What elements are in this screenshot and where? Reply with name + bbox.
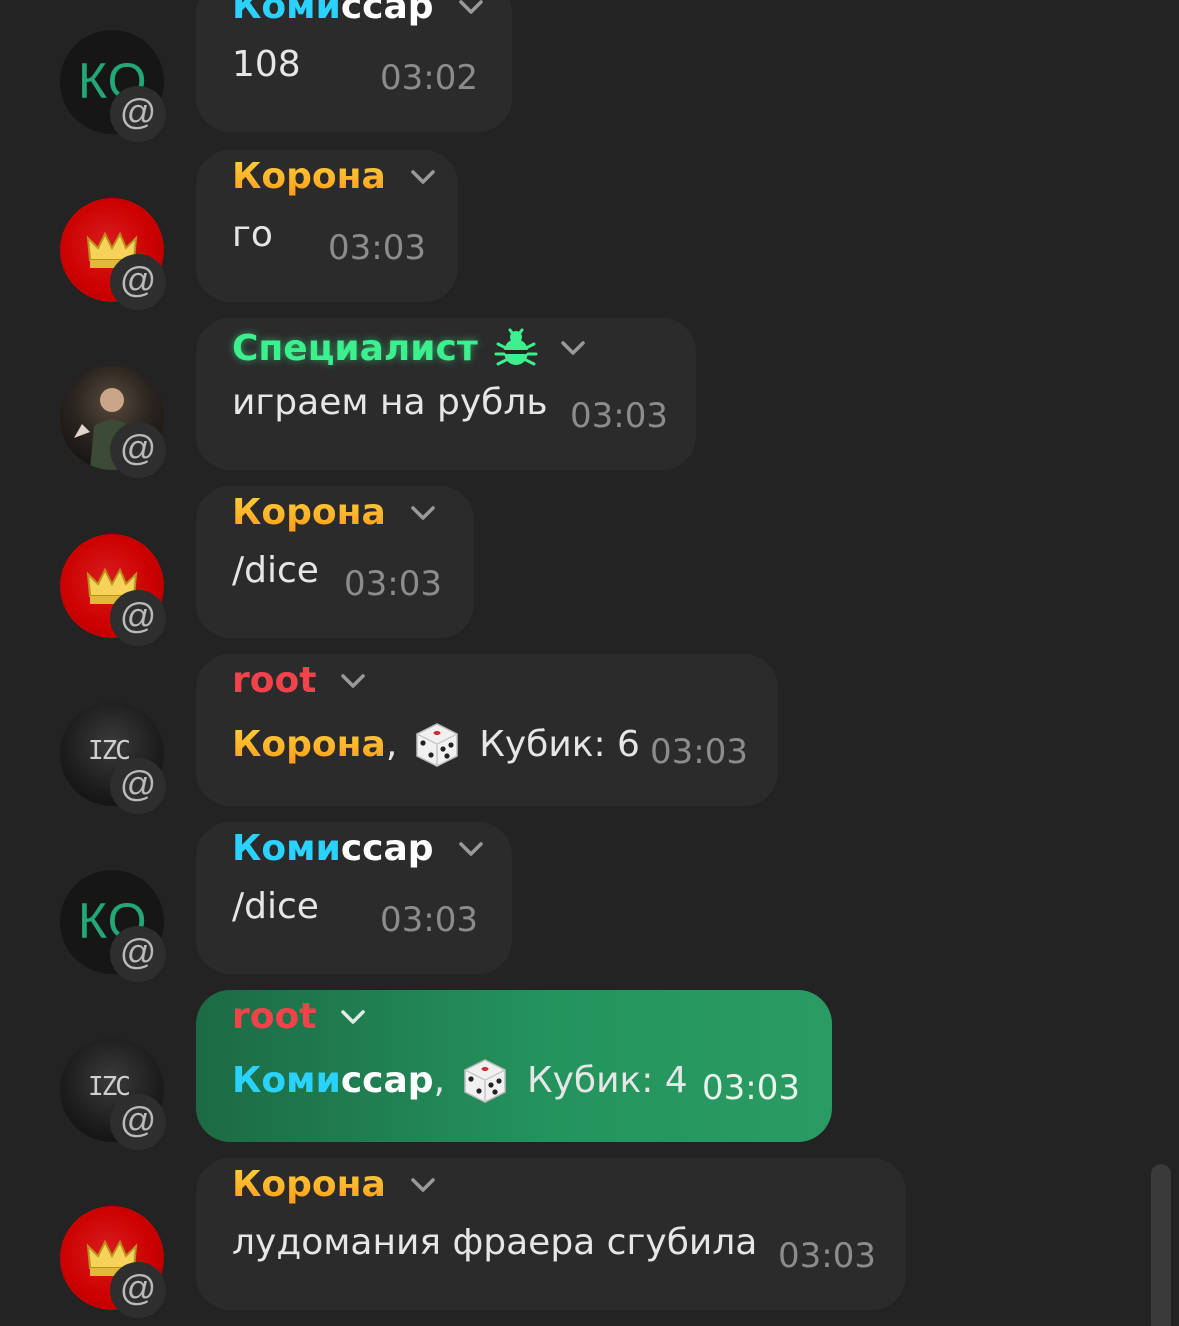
message-text: Комиссар, Кубик: 4 — [232, 1054, 688, 1106]
chevron-down-icon[interactable] — [338, 666, 368, 696]
sender-name[interactable]: Корона — [232, 156, 438, 197]
message-text: /dice — [232, 886, 319, 927]
sender-name[interactable]: Коми ссар — [232, 0, 486, 27]
sender-name[interactable]: root — [232, 996, 368, 1037]
sender-name[interactable]: Коми ссар — [232, 828, 486, 869]
mention-icon[interactable]: @ — [110, 1094, 166, 1150]
chevron-down-icon[interactable] — [408, 498, 438, 528]
message-bubble[interactable]: Корона /dice 03:03 — [196, 486, 474, 638]
message-bubble-own[interactable]: root Комиссар, Кубик: 4 03:03 — [196, 990, 832, 1142]
message-text: Корона, Кубик: 6 — [232, 718, 640, 770]
chevron-down-icon[interactable] — [558, 333, 588, 363]
message-bubble[interactable]: Коми ссар 108 03:02 — [196, 0, 512, 132]
mention-icon[interactable]: @ — [110, 1262, 166, 1318]
chevron-down-icon[interactable] — [338, 1002, 368, 1032]
message-time: 03:02 — [380, 58, 478, 98]
sender-name[interactable]: Корона — [232, 492, 438, 533]
message-text: 108 — [232, 44, 301, 85]
mention-link[interactable]: Корона — [232, 724, 386, 765]
mention-icon[interactable]: @ — [110, 590, 166, 646]
message-text: играем на рубль — [232, 382, 548, 423]
sender-name[interactable]: root — [232, 660, 368, 701]
message-time: 03:03 — [778, 1236, 876, 1276]
sender-name[interactable]: Корона — [232, 1164, 438, 1205]
message-text: го — [232, 214, 273, 255]
message-bubble[interactable]: Корона го 03:03 — [196, 150, 458, 302]
bug-badge-icon — [494, 328, 538, 366]
message-time: 03:03 — [344, 564, 442, 604]
message-bubble[interactable]: Коми ссар /dice 03:03 — [196, 822, 512, 974]
message-text: /dice — [232, 550, 319, 591]
scrollbar[interactable] — [1151, 1164, 1171, 1326]
mention-icon[interactable]: @ — [110, 254, 166, 310]
mention-link[interactable]: Комиссар — [232, 1060, 434, 1101]
chat-message-list[interactable]: КО @ Коми ссар 108 03:02 @ Корона го 03:0… — [0, 0, 1179, 1326]
message-text: лудомания фраера сгубила — [232, 1222, 758, 1263]
mention-icon[interactable]: @ — [110, 926, 166, 982]
dice-icon — [464, 1059, 506, 1103]
dice-icon — [416, 723, 459, 767]
chevron-down-icon[interactable] — [456, 834, 486, 864]
mention-icon[interactable]: @ — [110, 758, 166, 814]
dice-result: Кубик: 6 — [479, 723, 640, 765]
message-bubble[interactable]: Специалист играем на рубль 03:03 — [196, 318, 696, 470]
message-time: 03:03 — [650, 732, 748, 772]
message-time: 03:03 — [328, 228, 426, 268]
mention-icon[interactable]: @ — [110, 86, 166, 142]
message-time: 03:03 — [702, 1068, 800, 1108]
message-time: 03:03 — [380, 900, 478, 940]
chevron-down-icon[interactable] — [456, 0, 486, 22]
dice-result: Кубик: 4 — [527, 1059, 688, 1101]
sender-name[interactable]: Специалист — [232, 324, 588, 372]
mention-icon[interactable]: @ — [110, 422, 166, 478]
message-bubble[interactable]: Корона лудомания фраера сгубила 03:03 — [196, 1158, 906, 1310]
message-time: 03:03 — [570, 396, 668, 436]
chevron-down-icon[interactable] — [408, 1170, 438, 1200]
chevron-down-icon[interactable] — [408, 162, 438, 192]
message-bubble[interactable]: root Корона, Кубик: 6 03:03 — [196, 654, 778, 806]
